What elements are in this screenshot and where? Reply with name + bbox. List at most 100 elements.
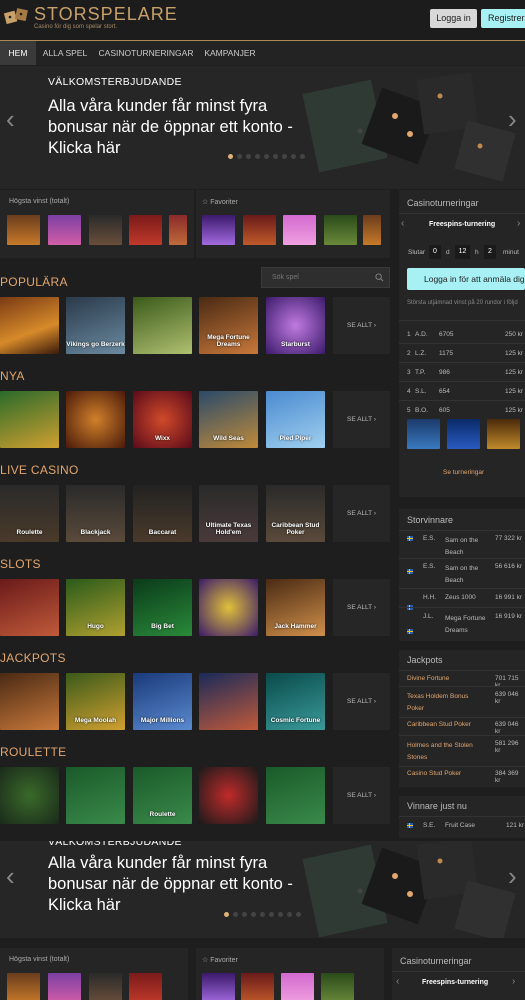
top-wins-label[interactable]: Högsta vinst (totalt) bbox=[9, 198, 69, 205]
hero-dot[interactable] bbox=[269, 912, 274, 917]
game-tile[interactable]: Wild Seas bbox=[199, 391, 258, 448]
nav-home[interactable]: HEM bbox=[0, 41, 36, 65]
game-thumb[interactable] bbox=[89, 215, 122, 245]
game-tile[interactable]: Vikings go Berzerk bbox=[66, 297, 125, 354]
next-arrow-icon[interactable]: › bbox=[517, 218, 520, 229]
hero-next-arrow-icon[interactable]: › bbox=[508, 104, 517, 135]
hero-dot[interactable] bbox=[264, 154, 269, 159]
game-thumb[interactable] bbox=[89, 973, 122, 1000]
top-wins-label[interactable]: Högsta vinst (totalt) bbox=[9, 956, 69, 963]
winner-game[interactable]: Mega Fortune Dreams bbox=[445, 613, 491, 637]
tournament-game-thumb[interactable] bbox=[447, 419, 480, 449]
section-title[interactable]: ROULETTE bbox=[0, 745, 66, 759]
hero-dot[interactable] bbox=[273, 154, 278, 159]
game-tile[interactable] bbox=[0, 297, 59, 354]
game-tile[interactable]: Hugo bbox=[66, 579, 125, 636]
favorites-label[interactable]: ☆ Favoriter bbox=[202, 956, 238, 964]
see-all-button[interactable]: SE ALLT › bbox=[333, 673, 390, 730]
winner-game[interactable]: Zeus 1000 bbox=[445, 594, 476, 601]
game-thumb[interactable] bbox=[202, 973, 235, 1000]
tournament-name[interactable]: Freespins-turnering bbox=[429, 221, 495, 228]
game-tile[interactable] bbox=[0, 579, 59, 636]
game-thumb[interactable] bbox=[202, 215, 235, 245]
hero-dot[interactable] bbox=[260, 912, 265, 917]
nav-tournaments[interactable]: CASINOTURNERINGAR bbox=[94, 41, 198, 65]
winner-game[interactable]: Fruit Case bbox=[445, 822, 475, 829]
section-title[interactable]: SLOTS bbox=[0, 557, 41, 571]
see-all-button[interactable]: SE ALLT › bbox=[333, 579, 390, 636]
game-thumb[interactable] bbox=[321, 973, 354, 1000]
hero-prev-arrow-icon[interactable]: ‹ bbox=[6, 861, 15, 892]
hero-dot[interactable] bbox=[255, 154, 260, 159]
game-tile[interactable]: Big Bet bbox=[133, 579, 192, 636]
hero-next-arrow-icon[interactable]: › bbox=[508, 861, 517, 892]
game-tile[interactable] bbox=[133, 297, 192, 354]
hero-dot[interactable] bbox=[242, 912, 247, 917]
see-all-button[interactable]: SE ALLT › bbox=[333, 485, 390, 542]
game-thumb[interactable] bbox=[169, 215, 187, 245]
prev-arrow-icon[interactable]: ‹ bbox=[401, 218, 404, 229]
game-thumb[interactable] bbox=[129, 215, 162, 245]
register-button[interactable]: Registrera bbox=[481, 9, 525, 28]
game-tile[interactable] bbox=[0, 767, 59, 824]
game-thumb[interactable] bbox=[283, 215, 316, 245]
see-all-button[interactable]: SE ALLT › bbox=[333, 767, 390, 824]
login-button[interactable]: Logga in bbox=[430, 9, 477, 28]
hero-text[interactable]: Alla våra kunder får minst fyra bonusar … bbox=[48, 853, 298, 916]
see-tournaments-link[interactable]: Se turneringar bbox=[443, 469, 484, 476]
game-tile[interactable]: Pied Piper bbox=[266, 391, 325, 448]
winner-game[interactable]: Sam on the Beach bbox=[445, 535, 491, 559]
game-tile[interactable] bbox=[0, 391, 59, 448]
game-thumb[interactable] bbox=[48, 215, 81, 245]
game-tile[interactable]: Mega Fortune Dreams bbox=[199, 297, 258, 354]
tournament-game-thumb[interactable] bbox=[487, 419, 520, 449]
game-tile[interactable] bbox=[199, 767, 258, 824]
game-tile[interactable]: Major Millions bbox=[133, 673, 192, 730]
hero-dot[interactable] bbox=[228, 154, 233, 159]
section-title[interactable]: JACKPOTS bbox=[0, 651, 66, 665]
game-tile[interactable]: Starburst bbox=[266, 297, 325, 354]
game-tile[interactable] bbox=[66, 391, 125, 448]
game-tile[interactable] bbox=[66, 767, 125, 824]
game-tile[interactable] bbox=[199, 579, 258, 636]
hero-banner[interactable]: ‹ › VÄLKOMSTERBJUDANDE Alla våra kunder … bbox=[0, 841, 525, 938]
game-tile[interactable]: Jack Hammer bbox=[266, 579, 325, 636]
section-title[interactable]: POPULÄRA bbox=[0, 275, 68, 289]
see-all-button[interactable]: SE ALLT › bbox=[333, 391, 390, 448]
jackpot-game[interactable]: Holmes and the Stolen Stones bbox=[407, 740, 487, 764]
winner-game[interactable]: Sam on the Beach bbox=[445, 563, 491, 587]
game-tile[interactable]: Wixx bbox=[133, 391, 192, 448]
hero-dot[interactable] bbox=[278, 912, 283, 917]
game-thumb[interactable] bbox=[129, 973, 162, 1000]
hero-banner[interactable]: ‹ › VÄLKOMSTERBJUDANDE Alla våra kunder … bbox=[0, 66, 525, 189]
game-thumb[interactable] bbox=[7, 215, 40, 245]
game-tile[interactable]: Ultimate Texas Hold'em bbox=[199, 485, 258, 542]
game-tile[interactable]: Baccarat bbox=[133, 485, 192, 542]
game-tile[interactable]: Mega Moolah bbox=[66, 673, 125, 730]
game-thumb[interactable] bbox=[7, 973, 40, 1000]
hero-dot[interactable] bbox=[282, 154, 287, 159]
hero-text[interactable]: Alla våra kunder får minst fyra bonusar … bbox=[48, 96, 298, 159]
game-tile[interactable]: Roulette bbox=[0, 485, 59, 542]
jackpot-game[interactable]: Caribbean Stud Poker bbox=[407, 721, 471, 728]
tournament-name[interactable]: Freespins-turnering bbox=[422, 979, 488, 986]
game-tile[interactable]: Blackjack bbox=[66, 485, 125, 542]
hero-dot[interactable] bbox=[291, 154, 296, 159]
game-tile[interactable] bbox=[266, 767, 325, 824]
game-tile[interactable]: Cosmic Fortune bbox=[266, 673, 325, 730]
section-title[interactable]: NYA bbox=[0, 369, 25, 383]
game-thumb[interactable] bbox=[281, 973, 314, 1000]
game-thumb[interactable] bbox=[363, 215, 381, 245]
nav-campaigns[interactable]: KAMPANJER bbox=[200, 41, 260, 65]
hero-dot[interactable] bbox=[300, 154, 305, 159]
jackpot-game[interactable]: Texas Holdem Bonus Poker bbox=[407, 691, 487, 715]
section-title[interactable]: LIVE CASINO bbox=[0, 463, 79, 477]
game-thumb[interactable] bbox=[324, 215, 357, 245]
favorites-label[interactable]: ☆ Favoriter bbox=[202, 198, 238, 206]
hero-dot[interactable] bbox=[246, 154, 251, 159]
hero-dot[interactable] bbox=[287, 912, 292, 917]
hero-prev-arrow-icon[interactable]: ‹ bbox=[6, 104, 15, 135]
next-arrow-icon[interactable]: › bbox=[512, 976, 515, 987]
hero-dot[interactable] bbox=[251, 912, 256, 917]
game-tile[interactable]: Caribbean Stud Poker bbox=[266, 485, 325, 542]
